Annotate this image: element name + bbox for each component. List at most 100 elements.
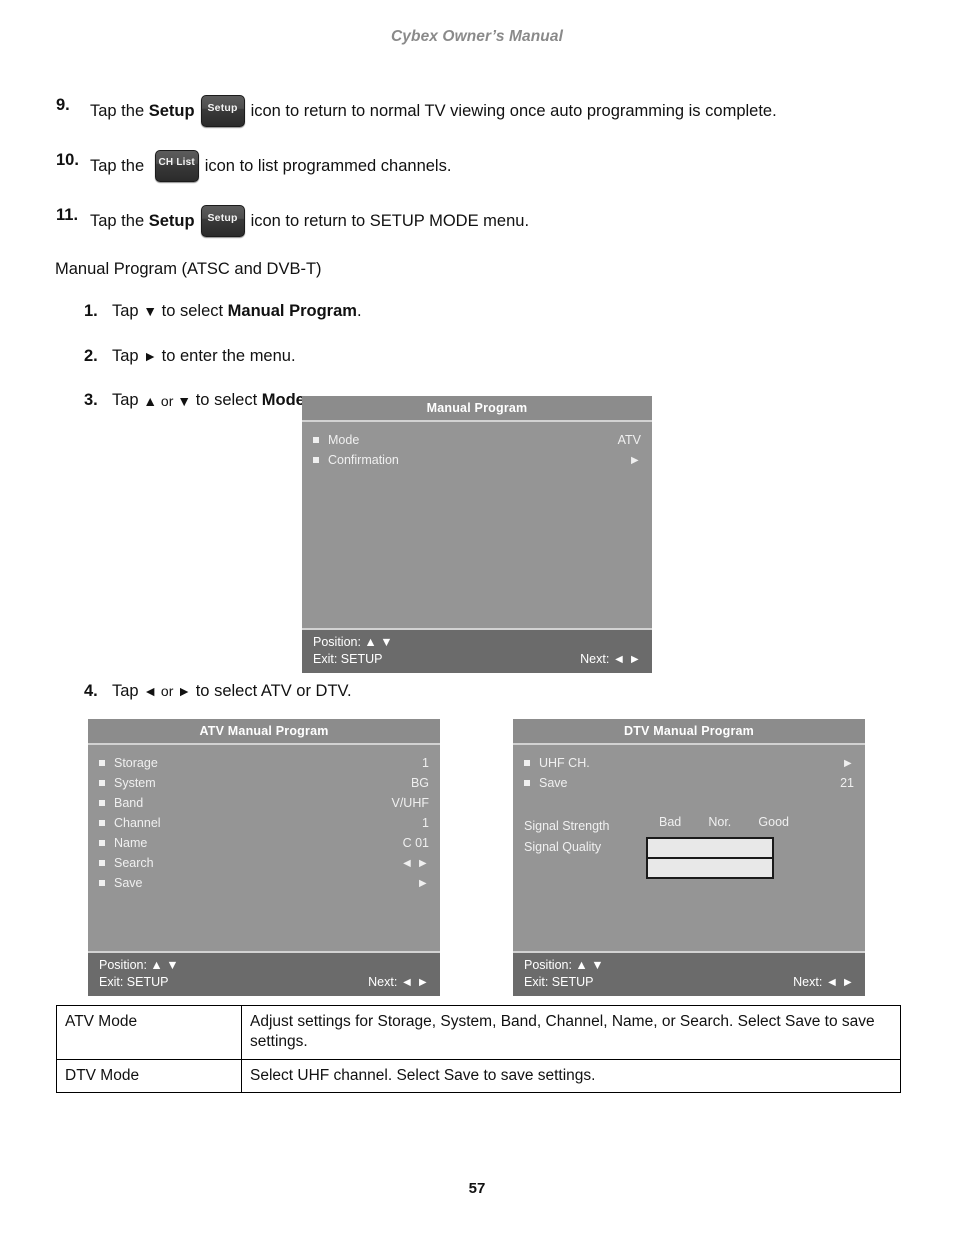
osd-row-value: ◄ ► xyxy=(400,856,429,870)
signal-bar-stack xyxy=(646,837,774,879)
right-arrow-icon: ► xyxy=(143,347,158,364)
osd-row-channel[interactable]: Channel 1 xyxy=(99,813,429,833)
table-row: ATV Mode Adjust settings for Storage, Sy… xyxy=(56,1005,901,1060)
step-11-text: Tap the Setup Setup icon to return to SE… xyxy=(90,205,901,237)
setup-key-icon[interactable]: Setup xyxy=(200,205,245,237)
section-caption: Manual Program (ATSC and DVB-T) xyxy=(55,260,322,278)
substep-1: 1. Tap ▼ to select Manual Program. xyxy=(84,301,901,322)
substep-2: 2. Tap ► to enter the menu. xyxy=(84,346,901,367)
bullet-icon xyxy=(313,457,319,463)
table-cell-desc: Adjust settings for Storage, System, Ban… xyxy=(241,1005,901,1060)
bullet-icon xyxy=(99,800,105,806)
substep-3-bold: Mode xyxy=(261,391,305,410)
osd-row-value: ► xyxy=(416,876,429,890)
osd-dtv-title: DTV Manual Program xyxy=(513,719,865,745)
osd-row-label: Mode xyxy=(328,433,360,447)
osd-row-confirmation[interactable]: Confirmation ► xyxy=(313,450,641,470)
osd-row-storage[interactable]: Storage 1 xyxy=(99,753,429,773)
left-right-arrow-icon: ◄ or ► xyxy=(143,683,192,700)
osd-row-uhf-ch[interactable]: UHF CH. ► xyxy=(524,753,854,773)
bullet-icon xyxy=(99,840,105,846)
substep-4-pre: Tap xyxy=(112,682,144,700)
substep-1-bold: Manual Program xyxy=(227,302,357,320)
step-11-post: icon to return to SETUP MODE menu. xyxy=(250,211,530,230)
substep-1-mid: to select xyxy=(157,302,228,320)
signal-scale-nor: Nor. xyxy=(708,815,732,829)
step-9-text: Tap the Setup Setup icon to return to no… xyxy=(90,95,901,127)
osd-row-value: 1 xyxy=(422,816,429,830)
step-10: 10. Tap the CH List icon to list program… xyxy=(56,150,901,182)
substep-1-number: 1. xyxy=(84,302,98,320)
osd-atv-footer: Position: ▲ ▼ Exit: SETUP Next: ◄ ► xyxy=(88,951,440,996)
step-9-pre: Tap the xyxy=(90,101,149,120)
signal-quality-label: Signal Quality xyxy=(524,839,602,854)
signal-scale-good: Good xyxy=(758,815,789,829)
osd-atv-manual-program: ATV Manual Program Storage 1 System BG B… xyxy=(88,719,440,996)
osd-row-label: Confirmation xyxy=(328,453,399,467)
osd-row-save[interactable]: Save ► xyxy=(99,873,429,893)
osd-row-label: Storage xyxy=(114,756,158,770)
substep-4-mid: to select ATV or DTV. xyxy=(191,682,352,700)
osd-row-band[interactable]: Band V/UHF xyxy=(99,793,429,813)
table-cell-key: DTV Mode xyxy=(56,1058,242,1094)
mode-description-table: ATV Mode Adjust settings for Storage, Sy… xyxy=(56,1005,901,1094)
bullet-icon xyxy=(99,860,105,866)
osd-row-label: Name xyxy=(114,836,148,850)
osd-dtv-footer: Position: ▲ ▼ Exit: SETUP Next: ◄ ► xyxy=(513,951,865,996)
page-number: 57 xyxy=(468,1180,486,1197)
osd-footer-exit: Exit: SETUP xyxy=(524,975,594,989)
osd-row-value: C 01 xyxy=(402,836,429,850)
osd-manual-footer: Position: ▲ ▼ Exit: SETUP Next: ◄ ► xyxy=(302,628,652,673)
signal-scale: Bad Nor. Good xyxy=(659,815,789,829)
table-row: DTV Mode Select UHF channel. Select Save… xyxy=(56,1058,901,1094)
content-body: 9. Tap the Setup Setup icon to return to… xyxy=(55,95,901,435)
osd-row-name[interactable]: Name C 01 xyxy=(99,833,429,853)
osd-manual-program: Manual Program Mode ATV Confirmation ► P… xyxy=(302,396,652,673)
osd-row-value: ► xyxy=(628,453,641,467)
osd-dtv-manual-program: DTV Manual Program UHF CH. ► Save 21 Bad… xyxy=(513,719,865,996)
substep-4-number: 4. xyxy=(84,682,98,700)
signal-quality-bar xyxy=(648,857,772,877)
substep-2-pre: Tap xyxy=(112,346,144,365)
bullet-icon xyxy=(524,760,530,766)
osd-manual-title: Manual Program xyxy=(302,396,652,422)
substep-4: 4. Tap ◄ or ► to select ATV or DTV. xyxy=(84,681,684,702)
up-down-arrow-icon: ▲ or ▼ xyxy=(143,392,192,409)
osd-row-value: 1 xyxy=(422,756,429,770)
substep-3-mid: to select xyxy=(191,391,262,410)
osd-row-search[interactable]: Search ◄ ► xyxy=(99,853,429,873)
ch-list-key-icon[interactable]: CH List xyxy=(154,150,199,182)
substep-2-text: Tap ► to enter the menu. xyxy=(112,346,901,367)
substep-4-text: Tap ◄ or ► to select ATV or DTV. xyxy=(112,681,684,702)
bullet-icon xyxy=(313,437,319,443)
bullet-icon xyxy=(524,780,530,786)
step-11-bold: Setup xyxy=(148,211,195,230)
bullet-icon xyxy=(99,780,105,786)
osd-atv-title: ATV Manual Program xyxy=(88,719,440,745)
step-9-number: 9. xyxy=(56,96,70,114)
step-11-number: 11. xyxy=(56,206,79,224)
signal-scale-bad: Bad xyxy=(659,815,682,829)
table-cell-desc: Select UHF channel. Select Save to save … xyxy=(241,1058,901,1094)
step-11: 11. Tap the Setup Setup icon to return t… xyxy=(56,205,901,237)
osd-footer-next: Next: ◄ ► xyxy=(793,975,854,989)
osd-footer-exit: Exit: SETUP xyxy=(99,975,169,989)
osd-footer-position: Position: ▲ ▼ xyxy=(313,635,393,649)
substep-3-number: 3. xyxy=(84,391,98,410)
osd-row-save[interactable]: Save 21 xyxy=(524,773,854,793)
substep-list: 1. Tap ▼ to select Manual Program. 2. Ta… xyxy=(84,301,901,411)
osd-row-mode[interactable]: Mode ATV xyxy=(313,430,641,450)
osd-row-value: 21 xyxy=(840,776,854,790)
osd-atv-body: Storage 1 System BG Band V/UHF Channel 1… xyxy=(88,745,440,951)
osd-row-label: Search xyxy=(114,856,154,870)
osd-row-system[interactable]: System BG xyxy=(99,773,429,793)
setup-key-icon[interactable]: Setup xyxy=(200,95,245,127)
step-10-pre: Tap the xyxy=(90,156,149,175)
osd-row-label: Channel xyxy=(114,816,161,830)
substep-3-pre: Tap xyxy=(112,391,144,410)
step-9-post: icon to return to normal TV viewing once… xyxy=(250,101,777,120)
osd-footer-next: Next: ◄ ► xyxy=(580,652,641,666)
step-9-bold: Setup xyxy=(148,101,195,120)
signal-meter-group: Bad Nor. Good Signal Strength Signal Qua… xyxy=(524,815,854,879)
osd-row-value: ATV xyxy=(617,433,641,447)
